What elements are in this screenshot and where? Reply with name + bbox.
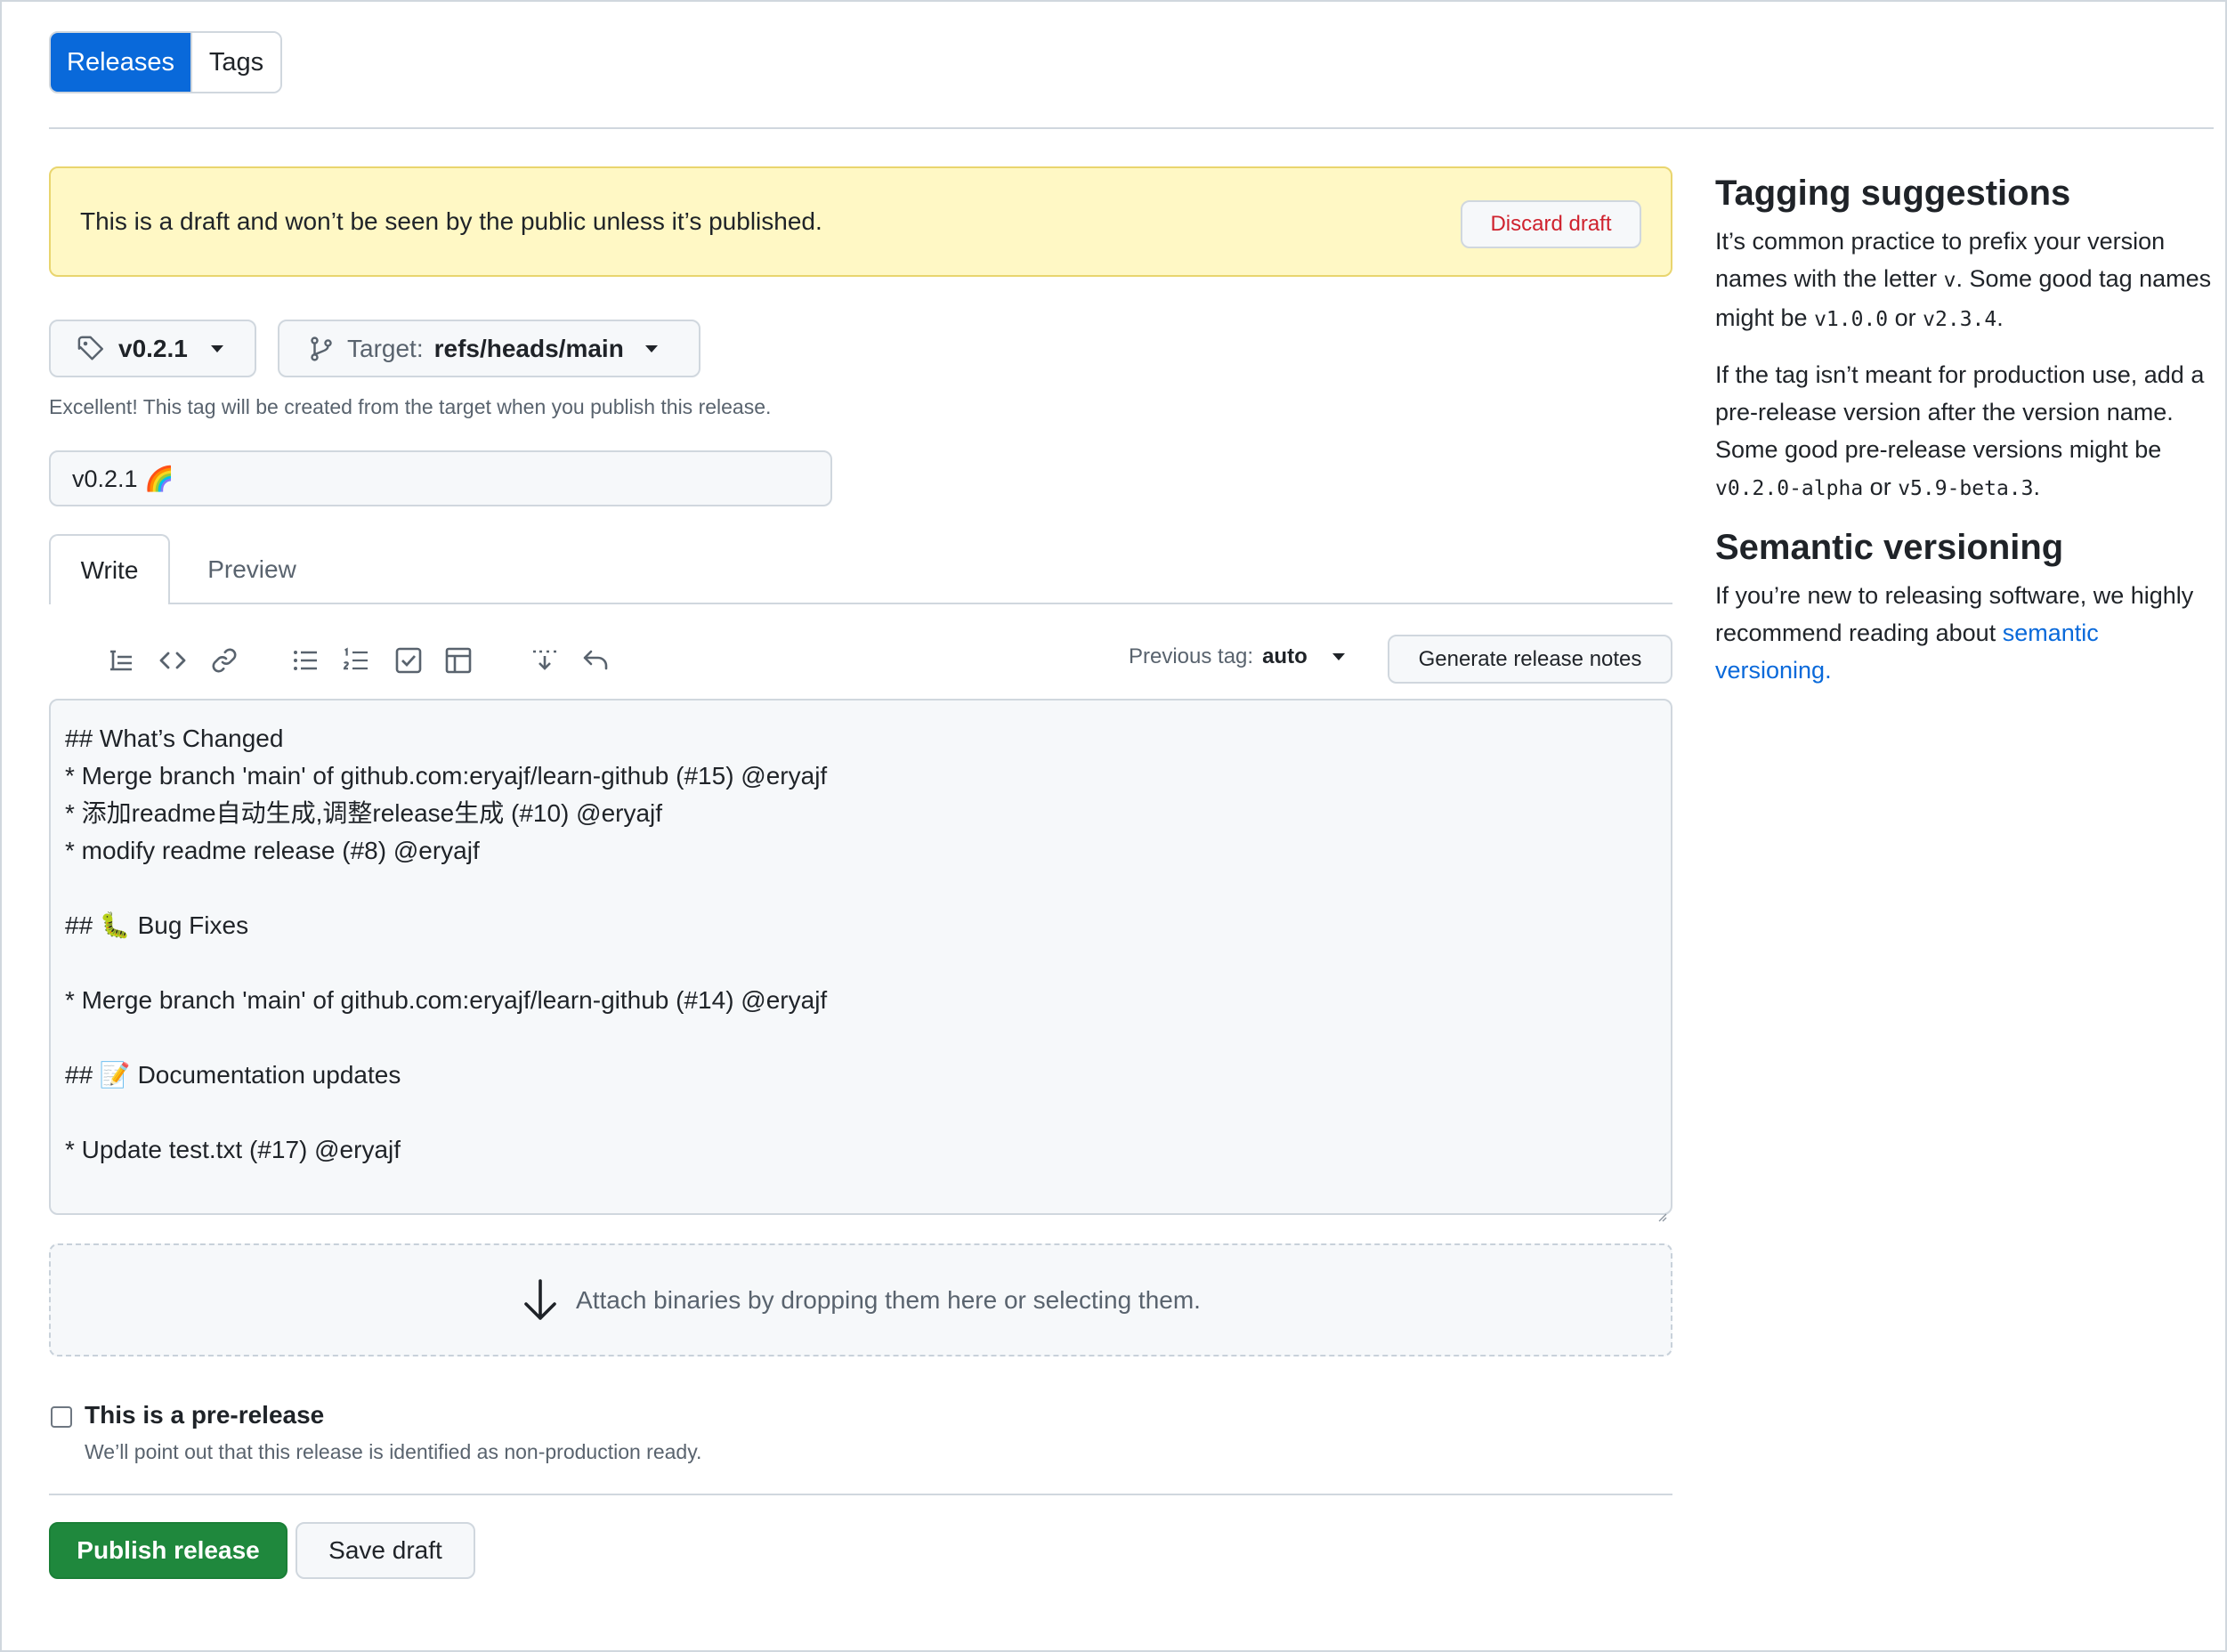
target-value: refs/heads/main (433, 334, 624, 362)
details-icon[interactable] (527, 643, 563, 678)
generate-release-notes-button[interactable]: Generate release notes (1388, 635, 1672, 684)
release-notes-textarea[interactable]: ## What’s Changed * Merge branch 'main' … (49, 699, 1672, 1222)
tag-value: v0.2.1 (118, 334, 188, 362)
save-draft-button[interactable]: Save draft (296, 1522, 475, 1579)
tabs-divider (49, 603, 1672, 604)
discard-draft-button[interactable]: Discard draft (1461, 200, 1641, 248)
chevron-down-icon (210, 344, 223, 352)
undo-icon[interactable] (578, 643, 613, 678)
semantic-versioning-heading: Semantic versioning (1715, 528, 2064, 567)
tagging-paragraph-1: It’s common practice to prefix your vers… (1715, 228, 2212, 331)
publish-release-button[interactable]: Publish release (49, 1522, 287, 1579)
chevron-down-icon (1332, 653, 1345, 660)
heading-icon[interactable] (103, 643, 139, 678)
form-divider (49, 1494, 1672, 1495)
prerelease-note: We’ll point out that this release is ide… (85, 1440, 702, 1463)
releases-tags-switch: Releases Tags (49, 31, 282, 93)
target-label: Target: (347, 334, 424, 362)
write-tab[interactable]: Write (49, 534, 170, 604)
semantic-versioning-paragraph: If you’re new to releasing software, we … (1715, 582, 2194, 684)
editor-line: * 添加readme自动生成,调整release生成 (#10) @eryajf (65, 799, 663, 827)
release-title-input[interactable]: v0.2.1 🌈 (49, 450, 832, 506)
tags-tab[interactable]: Tags (190, 33, 280, 92)
dropzone-text: Attach binaries by dropping them here or… (576, 1285, 1201, 1314)
draft-flash-banner: This is a draft and won’t be seen by the… (49, 166, 1672, 277)
editor-line: ## 🐛 Bug Fixes (65, 911, 249, 939)
link-icon[interactable] (207, 643, 242, 678)
sidebar: Tagging suggestions It’s common practice… (1715, 171, 2214, 707)
unordered-list-icon[interactable] (287, 643, 323, 678)
ordered-list-icon[interactable] (338, 643, 374, 678)
tagging-suggestions-heading: Tagging suggestions (1715, 174, 2071, 213)
chevron-down-icon (644, 344, 658, 352)
tag-icon (77, 336, 104, 362)
resize-handle-icon[interactable] (1654, 1196, 1668, 1222)
editor-line: ## What’s Changed (65, 725, 284, 752)
preview-tab[interactable]: Preview (189, 534, 315, 604)
tag-select-button[interactable]: v0.2.1 (49, 320, 256, 377)
table-icon[interactable] (441, 643, 476, 678)
task-list-icon[interactable] (391, 643, 426, 678)
release-editor-page: Releases Tags This is a draft and won’t … (0, 0, 2227, 1652)
attach-binaries-dropzone[interactable]: Attach binaries by dropping them here or… (49, 1243, 1672, 1356)
code-icon[interactable] (155, 643, 190, 678)
draft-flash-message: This is a draft and won’t be seen by the… (80, 207, 822, 235)
header-divider (49, 127, 2214, 129)
editor-line: * Update test.txt (#17) @eryajf (65, 1136, 401, 1163)
target-select-button[interactable]: Target: refs/heads/main (278, 320, 700, 377)
prerelease-checkbox[interactable] (51, 1406, 72, 1428)
tagging-paragraph-2: If the tag isn’t meant for production us… (1715, 361, 2205, 500)
prerelease-label[interactable]: This is a pre-release (85, 1401, 324, 1429)
editor-line: * Merge branch 'main' of github.com:erya… (65, 986, 828, 1014)
editor-line: ## 📝 Documentation updates (65, 1061, 401, 1089)
previous-tag-select[interactable]: Previous tag: auto (1129, 644, 1345, 669)
releases-tab[interactable]: Releases (51, 33, 190, 92)
previous-tag-value: auto (1262, 644, 1308, 668)
previous-tag-label: Previous tag: (1129, 644, 1254, 668)
editor-line: * modify readme release (#8) @eryajf (65, 837, 480, 864)
editor-line: * Merge branch 'main' of github.com:erya… (65, 762, 828, 790)
git-branch-icon (308, 336, 335, 362)
tag-hint-text: Excellent! This tag will be created from… (49, 395, 772, 418)
arrow-down-icon (521, 1277, 560, 1324)
